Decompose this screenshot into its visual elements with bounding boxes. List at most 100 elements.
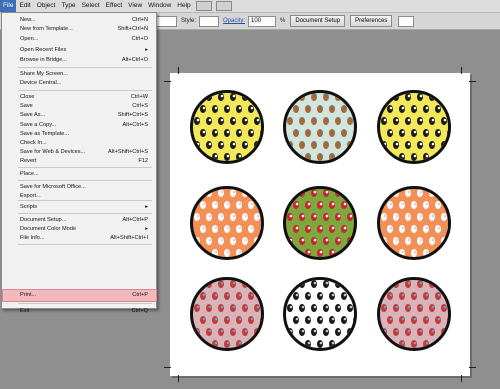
arrange-documents-icon[interactable] <box>215 1 232 11</box>
file-menu-item-new[interactable]: New... Ctrl+N <box>2 16 156 25</box>
menu-edit[interactable]: Edit <box>16 0 33 12</box>
crop-mark <box>461 375 462 382</box>
menu-item-shortcut: Alt+Shift+Ctrl+S <box>108 149 148 155</box>
menu-item-shortcut: Ctrl+P <box>132 292 148 298</box>
file-menu-item-new-from-template[interactable]: New from Template... Shift+Ctrl+N <box>2 25 156 34</box>
file-menu-item-open-recent-files[interactable]: Open Recent Files ▸ <box>2 46 156 55</box>
file-menu-item-place[interactable]: Place... <box>2 170 156 179</box>
file-menu-item-scripts[interactable]: Scripts ▸ <box>2 203 156 212</box>
menu-separator <box>18 180 152 181</box>
file-menu-item-save-as[interactable]: Save As... Shift+Ctrl+S <box>2 111 156 120</box>
menu-separator <box>18 303 152 304</box>
pattern-circle-penguins[interactable] <box>190 90 264 164</box>
menu-item-label: Export... <box>20 193 41 199</box>
file-menu-item-save-for-microsoft-office[interactable]: Save for Microsoft Office... <box>2 183 156 192</box>
menu-item-shortcut: Ctrl+W <box>130 94 148 100</box>
menu-separator <box>18 67 152 68</box>
menu-window[interactable]: Window <box>145 0 174 12</box>
crop-mark <box>164 81 171 82</box>
menu-item-label: Save for Web & Devices... <box>20 149 86 155</box>
file-menu-item-share-my-screen[interactable]: Share My Screen... <box>2 70 156 79</box>
menu-separator <box>18 90 152 91</box>
file-menu-item-save-for-web-devices[interactable]: Save for Web & Devices... Alt+Shift+Ctrl+… <box>2 148 156 157</box>
menu-item-label: New... <box>20 17 36 23</box>
file-menu-item-document-setup[interactable]: Document Setup... Alt+Ctrl+P <box>2 216 156 225</box>
menu-select[interactable]: Select <box>79 0 103 12</box>
style-label: Style: <box>181 18 197 24</box>
opacity-percent: % <box>280 18 286 24</box>
workspace-switcher-icon[interactable] <box>195 1 212 11</box>
crop-mark <box>164 367 171 368</box>
file-menu-item-document-color-mode[interactable]: Document Color Mode ▸ <box>2 225 156 234</box>
file-menu-item-save[interactable]: Save Ctrl+S <box>2 102 156 111</box>
menu-item-label: Save As... <box>20 112 46 118</box>
menu-file[interactable]: File <box>0 0 17 12</box>
file-menu-item-file-info[interactable]: File Info... Alt+Shift+Ctrl+I <box>2 234 156 243</box>
menu-view[interactable]: View <box>125 0 145 12</box>
file-menu-item-revert[interactable]: Revert F12 <box>2 157 156 166</box>
pattern-circle-snow-penguins[interactable] <box>283 277 357 351</box>
pattern-circle-stockings[interactable] <box>377 277 451 351</box>
opacity-input[interactable]: 100 <box>248 15 277 27</box>
artboard[interactable] <box>164 67 476 382</box>
menu-item-label: Scripts <box>20 204 38 210</box>
arrange-icon[interactable] <box>398 15 415 27</box>
menu-item-label: Device Central... <box>20 80 62 86</box>
menu-type[interactable]: Type <box>58 0 78 12</box>
menu-item-label: Document Setup... <box>20 217 67 223</box>
pattern-circle-polar-bears[interactable] <box>190 186 264 260</box>
menu-item-label: Revert <box>20 158 37 164</box>
preferences-button[interactable]: Preferences <box>350 15 393 27</box>
opacity-label[interactable]: Opacity: <box>223 18 245 24</box>
menu-separator <box>18 213 152 214</box>
document-setup-button[interactable]: Document Setup <box>290 15 346 27</box>
menu-item-label: Document Color Mode <box>20 226 76 232</box>
menu-object[interactable]: Object <box>34 0 59 12</box>
file-menu-item-save-a-copy[interactable]: Save a Copy... Alt+Ctrl+S <box>2 121 156 130</box>
menu-item-label: File Info... <box>20 235 45 241</box>
file-menu-item-open[interactable]: Open... Ctrl+O <box>2 35 156 44</box>
crop-mark <box>178 67 179 74</box>
pattern-circle-stockings[interactable] <box>190 277 264 351</box>
menu-help[interactable]: Help <box>174 0 193 12</box>
menu-item-label: Save <box>20 103 33 109</box>
menu-item-shortcut: Alt+Ctrl+S <box>122 122 149 128</box>
file-menu-item-close[interactable]: Close Ctrl+W <box>2 93 156 102</box>
submenu-arrow-icon: ▸ <box>145 47 148 53</box>
menu-item-shortcut: Ctrl+Q <box>131 308 148 314</box>
file-menu-item-save-as-template[interactable]: Save as Template... <box>2 130 156 139</box>
pattern-circle-penguins[interactable] <box>377 90 451 164</box>
pattern-circle-santas[interactable] <box>283 186 357 260</box>
file-menu-item-device-central[interactable]: Device Central... <box>2 79 156 88</box>
menu-effect[interactable]: Effect <box>103 0 126 12</box>
crop-mark <box>178 375 179 382</box>
menu-item-shortcut: Ctrl+O <box>131 36 148 42</box>
menu-item-shortcut: Alt+Ctrl+P <box>122 217 149 223</box>
submenu-arrow-icon: ▸ <box>145 226 148 232</box>
menu-item-shortcut: F12 <box>138 158 148 164</box>
menu-item-label: Check In... <box>20 140 47 146</box>
menu-item-label: Browse in Bridge... <box>20 57 67 63</box>
file-menu-item-print[interactable]: Print... Ctrl+P <box>2 291 156 300</box>
style-dropdown[interactable] <box>199 15 220 27</box>
menu-item-label: Open... <box>20 36 39 42</box>
menu-item-label: Save for Microsoft Office... <box>20 184 86 190</box>
menu-item-shortcut: Shift+Ctrl+S <box>117 112 148 118</box>
pattern-circle-polar-bears[interactable] <box>377 186 451 260</box>
pattern-circle-reindeer[interactable] <box>283 90 357 164</box>
file-menu-item-browse-in-bridge[interactable]: Browse in Bridge... Alt+Ctrl+O <box>2 56 156 65</box>
file-menu-item-exit[interactable]: Exit Ctrl+Q <box>2 307 156 316</box>
menu-item-shortcut: Alt+Ctrl+O <box>121 57 148 63</box>
menu-item-shortcut: Alt+Shift+Ctrl+I <box>110 235 148 241</box>
menu-item-label: Place... <box>20 171 39 177</box>
file-menu-item-check-in[interactable]: Check In... <box>2 139 156 148</box>
menu-item-label: Save a Copy... <box>20 122 57 128</box>
menu-item-shortcut: Shift+Ctrl+N <box>117 26 148 32</box>
menu-item-label: Close <box>20 94 35 100</box>
menu-item-label: New from Template... <box>20 26 73 32</box>
menu-item-label: Print... <box>20 292 37 298</box>
menu-item-label: Share My Screen... <box>20 71 68 77</box>
menu-separator <box>18 244 152 245</box>
menu-separator <box>18 200 152 201</box>
menu-item-label: Open Recent Files <box>20 47 67 53</box>
